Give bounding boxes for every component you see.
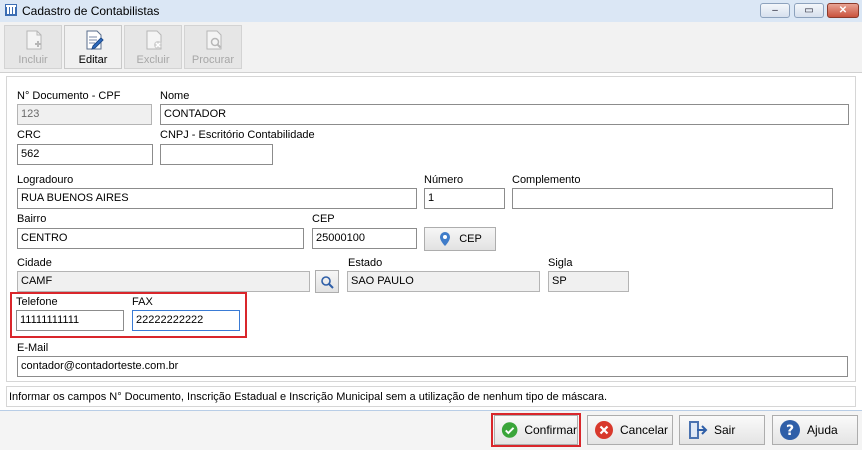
estado-label: Estado bbox=[348, 257, 383, 269]
confirmar-button[interactable]: Confirmar bbox=[494, 415, 578, 445]
cidade-label: Cidade bbox=[17, 257, 52, 269]
crc-label: CRC bbox=[17, 129, 41, 141]
complemento-field[interactable] bbox=[512, 188, 833, 209]
email-label: E-Mail bbox=[17, 342, 49, 354]
cancelar-button[interactable]: Cancelar bbox=[587, 415, 673, 445]
numero-field[interactable]: 1 bbox=[424, 188, 505, 209]
map-pin-icon bbox=[440, 232, 451, 246]
confirmar-label: Confirmar bbox=[524, 423, 577, 437]
email-field[interactable]: contador@contadorteste.com.br bbox=[17, 356, 848, 377]
help-circle-icon: ? bbox=[780, 420, 800, 440]
sair-button[interactable]: Sair bbox=[679, 415, 765, 445]
cep-label: CEP bbox=[312, 213, 335, 225]
fax-field[interactable]: 22222222222 bbox=[132, 310, 240, 331]
logradouro-label: Logradouro bbox=[17, 174, 74, 186]
search-document-icon bbox=[206, 30, 222, 50]
sigla-label: Sigla bbox=[548, 257, 573, 269]
sigla-field[interactable]: SP bbox=[548, 271, 629, 292]
sair-label: Sair bbox=[714, 423, 736, 437]
delete-document-icon bbox=[146, 30, 162, 50]
nome-field[interactable]: CONTADOR bbox=[160, 104, 849, 125]
documento-label: N° Documento - CPF bbox=[17, 90, 121, 102]
close-button[interactable]: ✕ bbox=[827, 3, 859, 18]
logradouro-field[interactable]: RUA BUENOS AIRES bbox=[17, 188, 417, 209]
incluir-label: Incluir bbox=[18, 54, 48, 66]
cnpj-field[interactable] bbox=[160, 144, 273, 165]
crc-field[interactable]: 562 bbox=[17, 144, 153, 165]
editar-label: Editar bbox=[78, 54, 108, 66]
telefone-label: Telefone bbox=[16, 296, 58, 308]
estado-field[interactable]: SAO PAULO bbox=[347, 271, 540, 292]
svg-text:?: ? bbox=[786, 423, 794, 439]
maximize-button[interactable]: ▭ bbox=[794, 3, 824, 18]
nome-label: Nome bbox=[160, 90, 190, 102]
ajuda-button[interactable]: ? Ajuda bbox=[772, 415, 858, 445]
new-document-icon bbox=[26, 30, 42, 50]
procurar-button[interactable]: Procurar bbox=[184, 25, 242, 69]
exit-door-icon bbox=[689, 421, 708, 439]
cep-button-label: CEP bbox=[459, 233, 482, 245]
procurar-label: Procurar bbox=[191, 54, 235, 66]
cidade-search-button[interactable] bbox=[315, 270, 339, 293]
cnpj-label: CNPJ - Escritório Contabilidade bbox=[160, 129, 315, 141]
excluir-label: Excluir bbox=[136, 54, 170, 66]
search-icon bbox=[321, 275, 334, 289]
telefone-field[interactable]: 11111111111 bbox=[16, 310, 124, 331]
numero-label: Número bbox=[424, 174, 464, 186]
bairro-label: Bairro bbox=[17, 213, 47, 225]
excluir-button[interactable]: Excluir bbox=[124, 25, 182, 69]
fax-label: FAX bbox=[132, 296, 153, 308]
ajuda-label: Ajuda bbox=[807, 423, 838, 437]
complemento-label: Complemento bbox=[512, 174, 581, 186]
info-message: Informar os campos N° Documento, Inscriç… bbox=[6, 386, 856, 407]
bairro-field[interactable]: CENTRO bbox=[17, 228, 304, 249]
cep-search-button[interactable]: CEP bbox=[424, 227, 496, 251]
cancelar-label: Cancelar bbox=[620, 423, 669, 437]
cidade-field[interactable]: CAMF bbox=[17, 271, 310, 292]
check-circle-icon bbox=[501, 422, 518, 438]
minimize-button[interactable]: – bbox=[760, 3, 790, 18]
documento-field[interactable]: 123 bbox=[17, 104, 152, 125]
cep-field[interactable]: 25000100 bbox=[312, 228, 417, 249]
incluir-button[interactable]: Incluir bbox=[4, 25, 62, 69]
app-icon bbox=[5, 4, 17, 16]
edit-document-icon bbox=[86, 30, 104, 50]
window-title: Cadastro de Contabilistas bbox=[22, 4, 160, 18]
editar-button[interactable]: Editar bbox=[64, 25, 122, 69]
cancel-circle-icon bbox=[595, 421, 613, 439]
